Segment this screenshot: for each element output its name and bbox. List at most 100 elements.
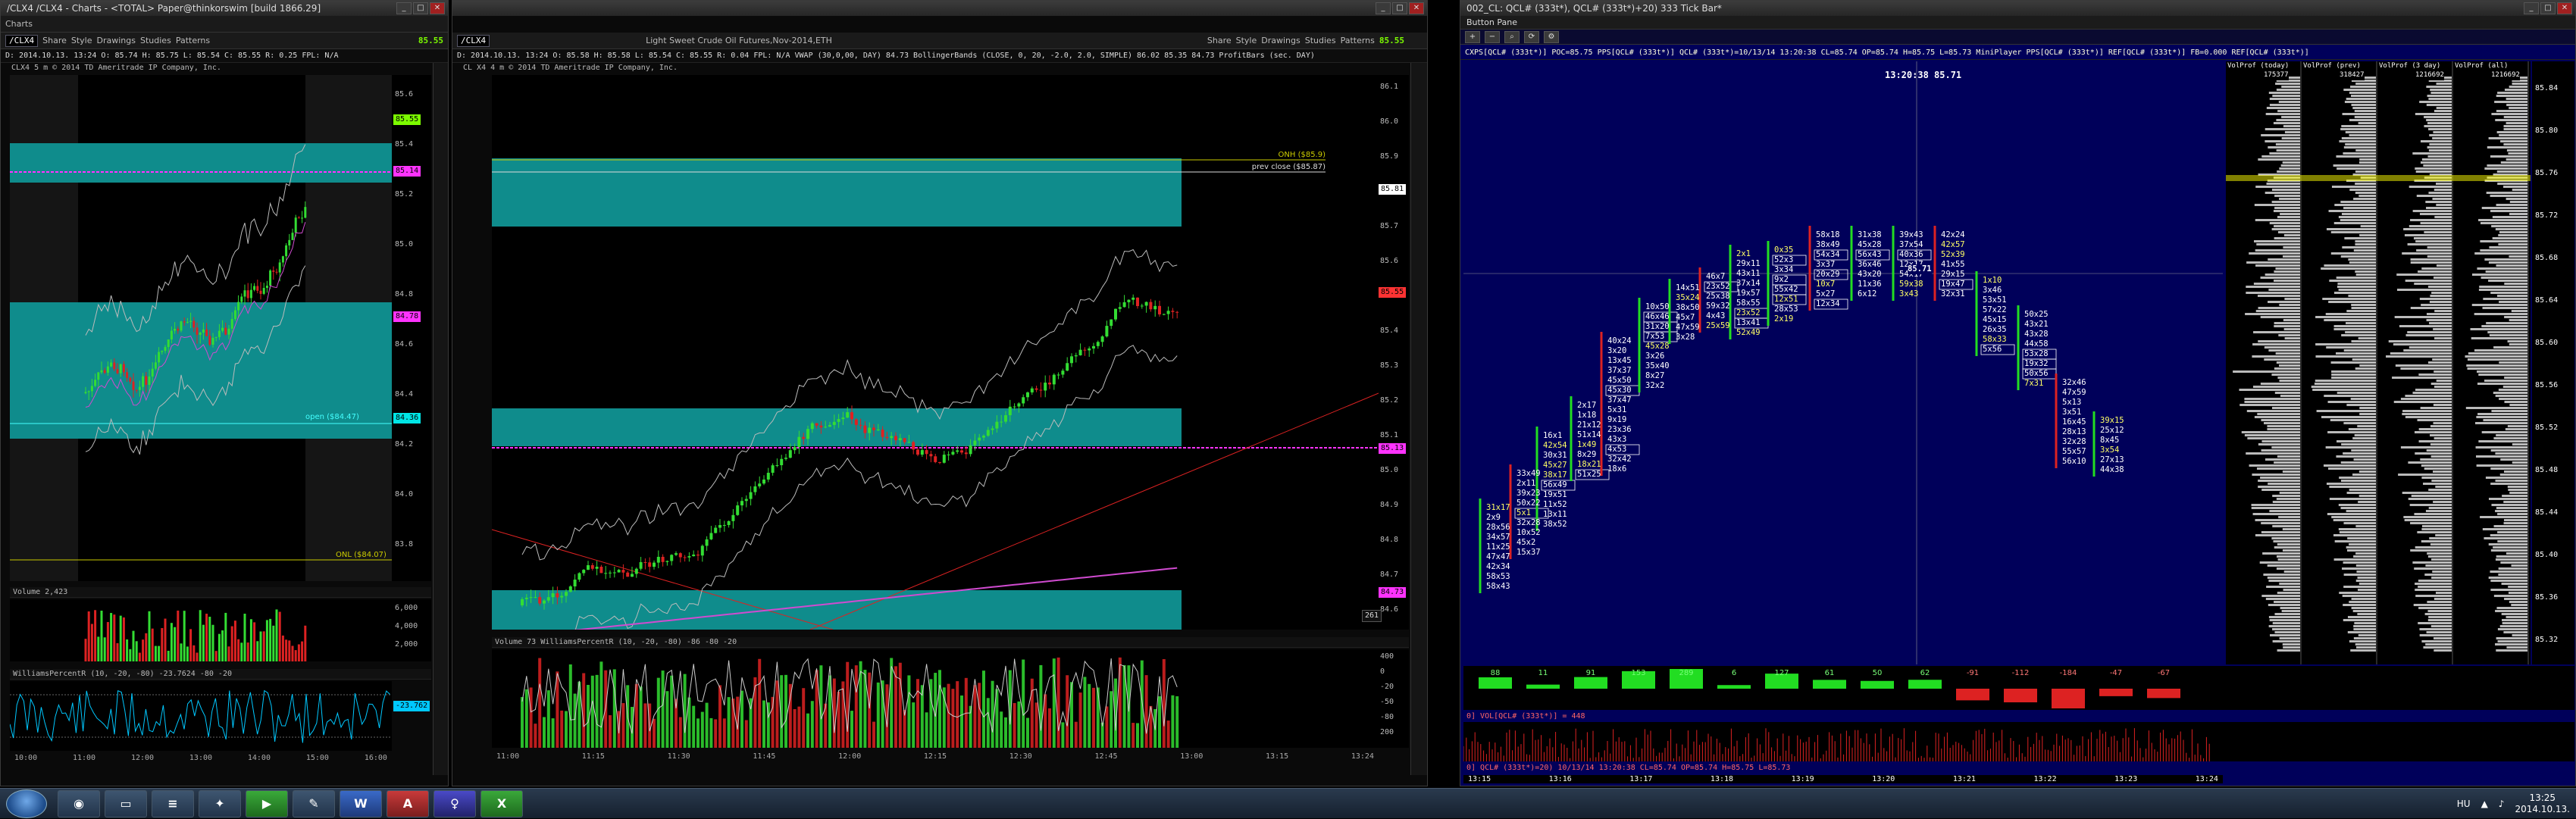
volume-profile-bar [2429,301,2452,303]
volume-profile-bar [2426,449,2452,452]
price-axis-3[interactable]: 85.84 85.80 85.76 85.72 85.68 85.64 85.60 85.56… [2532,61,2574,664]
language-indicator[interactable]: HU [2457,799,2471,809]
volume-profile-bar [2241,431,2300,433]
volume-profile-bar [2496,295,2527,297]
volume-bar [132,630,135,661]
footprint-chart[interactable]: 31x17 2x9 28x56 34x57 11x25 47x47 42x34 58x53 58… [1463,61,2223,664]
word-icon[interactable]: W [340,789,382,817]
trading-app-icon[interactable]: ✦ [199,789,241,817]
minimize-button-2[interactable]: _ [1376,2,1391,14]
network-icon[interactable]: ▲ [2481,799,2488,809]
volume-profile-bar [2503,631,2527,633]
volume-bar [982,671,985,748]
app-icon[interactable]: ♀ [434,789,476,817]
excel-icon[interactable]: X [480,789,523,817]
volume-profile-bar [2428,489,2452,491]
notepad-icon[interactable]: ≡ [152,789,194,817]
volume-profile-bar [2430,625,2452,627]
volume-profile-bar [2504,401,2527,403]
wpr-chart[interactable] [10,681,392,751]
price-chart-2[interactable]: ONH ($85.9) prev close ($85.87) [492,75,1379,630]
tab-charts[interactable]: Charts [5,19,33,29]
start-button[interactable] [6,789,47,818]
zoom-out-icon[interactable]: − [1485,30,1500,43]
patterns-button-2[interactable]: Patterns [1341,36,1375,45]
volume-profile-bar [2249,252,2300,255]
footprint-cell: 20x29 [1816,270,1840,279]
footprint-cell: 40x36 [1899,250,1923,259]
volume-profile-bar [2484,537,2527,539]
volume-bar [288,640,291,661]
volume-profile-bar [2499,625,2527,627]
maximize-button-2[interactable]: □ [1392,2,1407,14]
volume-profile-bar [2267,564,2300,567]
volume-wpr-chart-2[interactable] [492,649,1379,748]
footprint-cell: 25x12 [2100,426,2124,435]
explorer-icon[interactable]: ▭ [105,789,147,817]
delta-bar [2147,689,2180,699]
volume-bar [762,700,765,748]
volume-profile-bar [2266,586,2300,588]
ninja-icon[interactable]: ✎ [293,789,335,817]
close-button-3[interactable]: ✕ [2557,2,2572,14]
maximize-button[interactable]: □ [413,2,428,14]
volume-profile-bar [2483,419,2527,421]
close-button-2[interactable]: ✕ [1409,2,1424,14]
volume-profile-bar [2246,410,2300,412]
volume-profile-bar [2506,104,2527,106]
price-axis[interactable]: 85.6 85.4 85.2 85.0 84.8 84.6 84.4 84.2 84.0 83.8… [392,75,431,581]
delta-value: 50 [1873,669,1883,677]
footprint-cell: 19x32 [2024,359,2049,368]
symbol-input-2[interactable]: /CLX4 [457,34,490,47]
volume-profile-bar [2326,228,2376,230]
volume-profile-bar [2265,113,2300,115]
volume-bar [1136,723,1139,748]
volume-bar [956,681,959,748]
footprint-cell: 9x2 [1774,275,1789,284]
volume-profile-bar [2497,640,2527,642]
style-button-2[interactable]: Style [1236,36,1257,45]
volume-bar [894,666,897,748]
button-pane[interactable]: Button Pane [1460,16,2575,30]
close-button[interactable]: ✕ [430,2,445,14]
volume-profile[interactable] [2226,61,2531,664]
volume-profile-bar [2430,92,2452,94]
time-tick: 13:20 [1872,775,1895,783]
volume-profile-bar [2268,616,2300,618]
volume-profile-bar [2419,298,2452,300]
studies-button[interactable]: Studies [140,36,171,45]
volume-profile-bar [2407,331,2452,333]
volume-profile-bar [2268,146,2300,148]
candle-body [186,321,189,323]
candle-body [784,458,787,459]
patterns-button[interactable]: Patterns [176,36,210,45]
minimize-button-3[interactable]: _ [2524,2,2539,14]
refresh-icon[interactable]: ⟳ [1524,30,1539,43]
settings-icon[interactable]: ⚙ [1544,30,1559,43]
minimize-button[interactable]: _ [396,2,412,14]
search-icon[interactable]: ⌕ [1504,30,1520,43]
volume-icon[interactable]: ♪ [2499,799,2505,809]
zoom-in-icon[interactable]: + [1465,30,1480,43]
thinkorswim-icon[interactable]: ▶ [246,789,288,817]
volume-chart[interactable] [10,599,392,661]
volume-profile-bar [2426,319,2452,321]
drawings-button[interactable]: Drawings [97,36,136,45]
style-button[interactable]: Style [71,36,92,45]
studies-button-2[interactable]: Studies [1305,36,1336,45]
candle-body [780,458,784,466]
candle-body [675,553,678,555]
share-button[interactable]: Share [42,36,67,45]
price-axis-2[interactable]: 86.186.085.985.885.785.685.585.485.385.2… [1379,75,1409,630]
maximize-button-3[interactable]: □ [2540,2,2556,14]
price-chart[interactable]: open ($84.47) ONL ($84.07) [10,75,392,581]
clock[interactable]: 13:25 2014.10.13. [2515,792,2570,815]
acrobat-icon[interactable]: A [387,789,429,817]
chrome-icon[interactable]: ◉ [58,789,100,817]
footprint-cell: 23x36 [1607,425,1632,434]
drawings-button-2[interactable]: Drawings [1261,36,1300,45]
volume-profile-bar [2333,328,2376,330]
volume-tick: 2,000 [395,640,418,649]
share-button-2[interactable]: Share [1207,36,1232,45]
symbol-input[interactable]: /CLX4 [5,34,39,47]
